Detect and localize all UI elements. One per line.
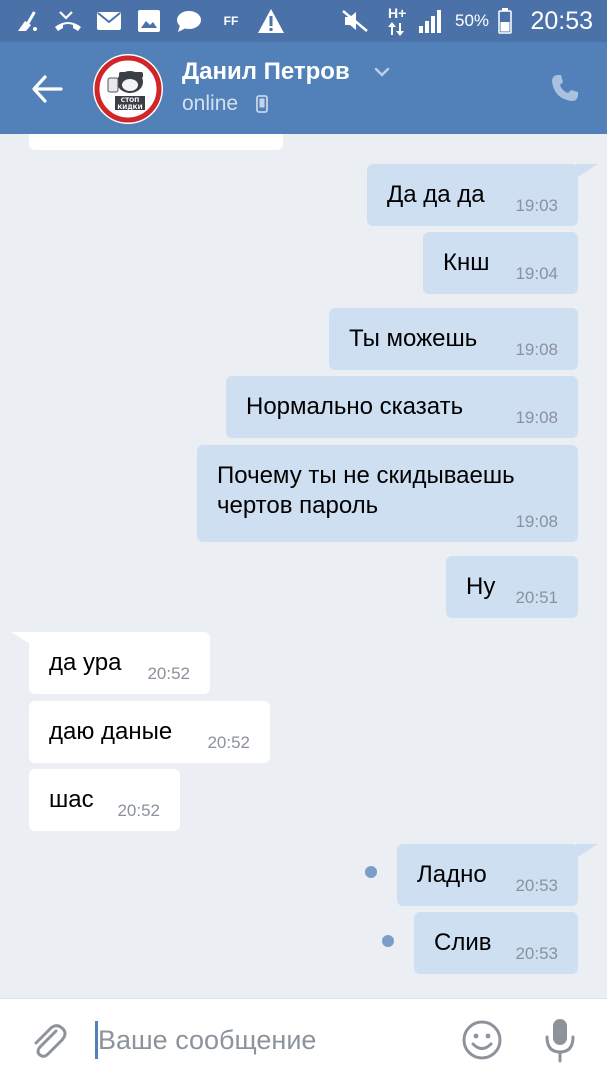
avatar-text-line-2: КИДКИ bbox=[117, 104, 142, 111]
message-bubble-outgoing[interactable]: Кнш 19:04 bbox=[423, 232, 578, 294]
message-bubble-outgoing[interactable]: Ты можешь 19:08 bbox=[329, 308, 578, 370]
data-arrows-icon bbox=[388, 22, 404, 36]
cleaner-icon bbox=[14, 9, 42, 33]
message-bubble-outgoing[interactable]: Ладно 20:53 bbox=[397, 844, 578, 906]
bubble-tail bbox=[576, 844, 598, 858]
message-bubble-outgoing[interactable]: Да да да 19:03 bbox=[367, 164, 578, 226]
mail-icon bbox=[96, 9, 122, 33]
missed-call-icon bbox=[53, 9, 83, 33]
message-time: 20:52 bbox=[117, 801, 160, 820]
message-list[interactable]: Да да да 19:03 Кнш 19:04 Ты можешь 19:08… bbox=[0, 134, 607, 1000]
message-bubble-outgoing[interactable]: Слив 20:53 bbox=[414, 912, 578, 974]
attach-icon[interactable] bbox=[26, 1019, 70, 1063]
message-time: 20:53 bbox=[515, 876, 558, 895]
contact-status: online bbox=[182, 92, 239, 115]
warning-icon bbox=[256, 9, 286, 33]
network-type: H+ bbox=[388, 5, 407, 21]
mute-icon bbox=[340, 9, 370, 33]
call-button[interactable] bbox=[545, 68, 585, 108]
message-bubble-outgoing[interactable]: Ну 20:51 bbox=[446, 556, 578, 618]
microphone-icon[interactable] bbox=[540, 1017, 580, 1063]
unread-indicator bbox=[365, 866, 377, 878]
ff-icon: FF bbox=[223, 14, 239, 28]
message-time: 20:52 bbox=[147, 664, 190, 683]
chat-header: СТОП КИДКИ Данил Петров online bbox=[0, 42, 607, 134]
message-bubble-incoming[interactable]: да ура 20:52 bbox=[29, 632, 210, 694]
unread-indicator bbox=[382, 935, 394, 947]
message-input[interactable] bbox=[94, 1015, 444, 1065]
message-bubble-incoming[interactable]: шас 20:52 bbox=[29, 769, 180, 831]
message-time: 19:08 bbox=[515, 408, 558, 427]
message-bubble-incoming[interactable]: даю даные 20:52 bbox=[29, 701, 270, 763]
emoji-icon[interactable] bbox=[461, 1019, 503, 1061]
battery-percent: 50% bbox=[455, 11, 490, 30]
message-bubble-partial bbox=[29, 134, 283, 150]
status-time: 20:53 bbox=[530, 7, 593, 35]
phone-icon bbox=[552, 75, 578, 101]
bubble-tail bbox=[576, 164, 598, 178]
message-bubble-outgoing[interactable]: Нормально сказать 19:08 bbox=[226, 376, 578, 438]
chevron-down-icon[interactable] bbox=[370, 60, 394, 84]
gallery-icon bbox=[136, 9, 162, 33]
message-time: 19:03 bbox=[515, 196, 558, 215]
battery-icon bbox=[497, 8, 513, 34]
contact-name[interactable]: Данил Петров bbox=[182, 56, 350, 88]
avatar[interactable]: СТОП КИДКИ bbox=[93, 54, 163, 124]
message-bubble-outgoing[interactable]: Почему ты не скидываешь чертов пароль 19… bbox=[197, 445, 578, 542]
mobile-icon bbox=[256, 95, 268, 113]
back-button[interactable] bbox=[24, 66, 70, 112]
message-time: 19:08 bbox=[515, 512, 558, 531]
signal-icon bbox=[418, 9, 446, 33]
text-cursor bbox=[95, 1021, 98, 1059]
message-time: 19:08 bbox=[515, 340, 558, 359]
message-composer bbox=[0, 998, 607, 1080]
message-time: 20:52 bbox=[207, 733, 250, 752]
status-bar: FF H+ 50% 20:53 bbox=[0, 0, 607, 42]
chat-icon bbox=[176, 9, 202, 33]
message-text: Нормально сказать bbox=[246, 393, 464, 420]
message-time: 20:51 bbox=[515, 588, 558, 607]
message-time: 20:53 bbox=[515, 944, 558, 963]
message-text: Почему ты не скидываешь чертов пароль bbox=[217, 462, 515, 519]
back-arrow-icon bbox=[32, 75, 63, 103]
message-time: 19:04 bbox=[515, 264, 558, 283]
